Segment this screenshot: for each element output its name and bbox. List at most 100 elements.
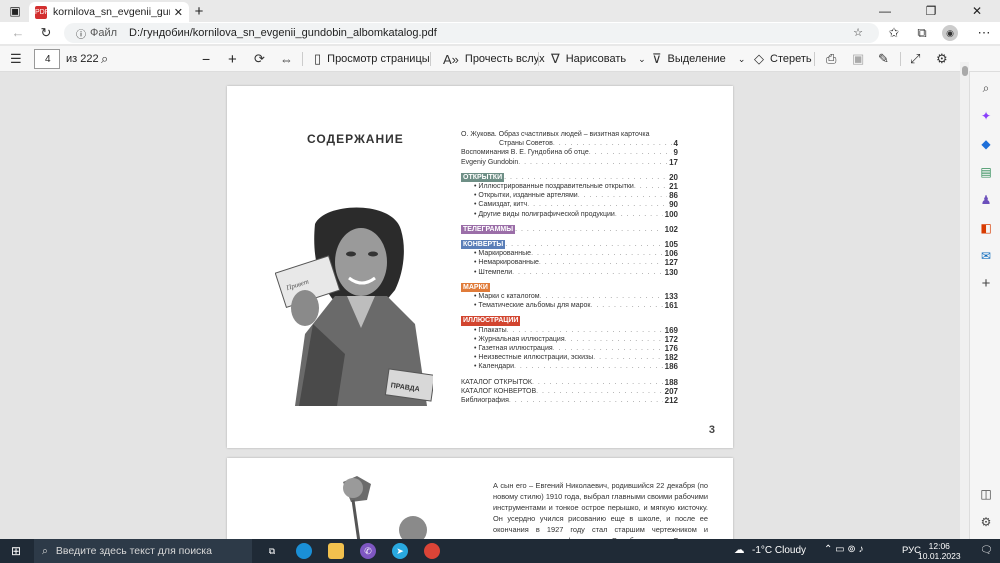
- toc-entry-page: 21: [669, 182, 678, 192]
- toc-entry-label: Неизвестные иллюстрации, эскизы: [474, 353, 593, 362]
- notifications-icon[interactable]: 🗨: [980, 545, 993, 556]
- scrollbar[interactable]: [960, 62, 969, 539]
- shopping-icon[interactable]: ◆: [978, 136, 994, 152]
- restore-icon[interactable]: ❐: [908, 0, 954, 22]
- clock[interactable]: 12:06 10.01.2023: [918, 541, 961, 561]
- browser-tab[interactable]: PDF kornilova_sn_evgenii_gundobin_ ✕: [29, 2, 189, 22]
- add-icon[interactable]: +: [978, 276, 994, 292]
- tools-icon[interactable]: ▤: [978, 164, 994, 180]
- weather-icon: ☁: [734, 544, 745, 556]
- zoom-out-icon[interactable]: −: [202, 46, 210, 72]
- settings-icon[interactable]: ⚙: [936, 46, 954, 72]
- erase-button[interactable]: ◇ Стереть: [754, 46, 812, 72]
- pdf-page: СОДЕРЖАНИЕ Привет ПРАВДА О. Жукова. Обра…: [227, 86, 733, 448]
- save-icon[interactable]: ▣: [852, 46, 870, 72]
- chevron-down-icon[interactable]: ⌄: [738, 54, 746, 65]
- search-icon[interactable]: ⌕: [101, 46, 114, 72]
- toc-section-page: 105: [664, 240, 678, 250]
- clock-date: 10.01.2023: [918, 551, 961, 561]
- close-window-icon[interactable]: ✕: [954, 0, 1000, 22]
- close-tab-icon[interactable]: ✕: [174, 6, 183, 19]
- tab-actions-icon[interactable]: ▣: [0, 0, 30, 22]
- chrome-icon[interactable]: [424, 543, 440, 559]
- url-text[interactable]: D:/гундобин/kornilova_sn_evgenii_gundobi…: [129, 27, 437, 39]
- read-aloud-button[interactable]: A» Прочесть вслух: [443, 46, 545, 72]
- print-icon[interactable]: ⎙: [826, 46, 842, 72]
- start-icon[interactable]: ⊞: [8, 543, 24, 559]
- minimize-icon[interactable]: —: [862, 0, 908, 22]
- edge-icon[interactable]: [296, 543, 312, 559]
- rotate-icon[interactable]: ⟳: [254, 46, 271, 72]
- address-bar: ← ↻ ⓘ Файл D:/гундобин/kornilova_sn_evge…: [0, 22, 1000, 44]
- highlight-icon: ⊽: [652, 51, 662, 66]
- explorer-icon[interactable]: [328, 543, 344, 559]
- toc-entry-page: 212: [664, 396, 678, 406]
- url-field[interactable]: ⓘ Файл D:/гундобин/kornilova_sn_evgenii_…: [64, 23, 879, 43]
- draw-icon: ∇: [551, 51, 560, 66]
- toc-section-heading: ОТКРЫТКИ 20: [461, 172, 678, 183]
- sidebar-toggle-icon[interactable]: ◫: [978, 486, 994, 502]
- office-icon[interactable]: ◧: [978, 220, 994, 236]
- outlook-icon[interactable]: ✉: [978, 248, 994, 264]
- toc-entry-label: Календари: [474, 362, 514, 371]
- toc-entry-page: 133: [664, 292, 678, 302]
- toc-entry: Открытки, изданные артелями 86: [461, 191, 678, 200]
- toc-entry-label: Другие виды полиграфической продукции: [474, 210, 614, 219]
- new-tab-icon[interactable]: +: [189, 0, 209, 22]
- read-aloud-label: Прочесть вслух: [464, 53, 545, 65]
- add-favorite-icon[interactable]: ☆: [848, 22, 868, 44]
- telegram-icon[interactable]: ➤: [392, 543, 408, 559]
- toc-entry: Библиография 212: [461, 396, 678, 405]
- task-view-icon[interactable]: ⧉: [264, 543, 280, 559]
- toc-entry: Календари 186: [461, 362, 678, 371]
- chevron-down-icon[interactable]: ⌄: [638, 54, 646, 65]
- page-view-label: Просмотр страницы: [327, 53, 430, 65]
- toc-entry: КАТАЛОГ ОТКРЫТОК 188: [461, 378, 678, 387]
- toc-entry: Штемпели 130: [461, 268, 678, 277]
- toc-entry-label: Воспоминания В. Е. Гундобина об отце: [461, 149, 589, 157]
- page-number-input[interactable]: 4: [34, 49, 60, 69]
- toc-entry-label: Журнальная иллюстрация: [474, 335, 564, 344]
- toc-entry: Марки с каталогом 133: [461, 292, 678, 301]
- table-of-contents: О. Жукова. Образ счастливых людей – визи…: [461, 130, 678, 405]
- more-icon[interactable]: ⋯: [974, 22, 994, 44]
- page-view-icon: ▯: [314, 51, 322, 66]
- toc-entry: Плакаты 169: [461, 326, 678, 335]
- fit-page-icon[interactable]: ⇔: [280, 46, 299, 72]
- pdf-viewer[interactable]: СОДЕРЖАНИЕ Привет ПРАВДА О. Жукова. Обра…: [0, 72, 960, 539]
- toc-entry-label: КАТАЛОГ КОНВЕРТОВ: [461, 387, 537, 395]
- settings-icon[interactable]: ⚙: [978, 514, 994, 530]
- collections-icon[interactable]: ⧉: [912, 22, 932, 44]
- favorites-icon[interactable]: ✩: [884, 22, 904, 44]
- windows-taskbar: ⊞ ⌕ Введите здесь текст для поиска ⧉ ✆ ➤…: [0, 539, 1000, 563]
- weather-text[interactable]: -1°C Cloudy: [752, 545, 806, 556]
- taskbar-search[interactable]: ⌕ Введите здесь текст для поиска: [34, 539, 252, 563]
- viber-icon[interactable]: ✆: [360, 543, 376, 559]
- copilot-icon[interactable]: ✦: [978, 108, 994, 124]
- toc-entry: Страны Советов 4: [461, 139, 678, 148]
- page-number-label: 3: [708, 424, 715, 436]
- tray-icons[interactable]: ⌃ ▭ ⊚ ♪: [824, 544, 864, 555]
- fullscreen-icon[interactable]: ⤢: [910, 46, 926, 72]
- games-icon[interactable]: ♟: [978, 192, 994, 208]
- toc-entry: Другие виды полиграфической продукции 100: [461, 210, 678, 219]
- toc-entry-page: 86: [669, 191, 678, 201]
- toc-entry-label: Газетная иллюстрация: [474, 344, 552, 353]
- highlight-button[interactable]: ⊽ Выделение ⌄: [652, 46, 745, 72]
- refresh-icon[interactable]: ↻: [36, 22, 56, 44]
- page-view-button[interactable]: ▯ Просмотр страницы: [314, 46, 430, 72]
- contents-icon[interactable]: ☰: [10, 46, 28, 72]
- search-icon[interactable]: ⌕: [978, 80, 994, 96]
- toc-entry-page: 207: [664, 386, 678, 396]
- save-as-icon[interactable]: ✎: [878, 46, 895, 72]
- zoom-in-icon[interactable]: +: [228, 46, 237, 72]
- back-icon[interactable]: ←: [8, 22, 28, 44]
- toc-section-heading: МАРКИ: [461, 282, 678, 293]
- toc-entry-label: Иллюстрированные поздравительные открытк…: [474, 182, 633, 191]
- read-aloud-icon: A»: [443, 51, 459, 67]
- scrollbar-thumb[interactable]: [962, 66, 968, 76]
- avatar[interactable]: ◉: [942, 25, 958, 41]
- toc-entry-label: Самиздат, китч: [474, 200, 527, 209]
- info-icon: ⓘ: [76, 29, 86, 41]
- draw-button[interactable]: ∇ Нарисовать ⌄: [551, 46, 646, 72]
